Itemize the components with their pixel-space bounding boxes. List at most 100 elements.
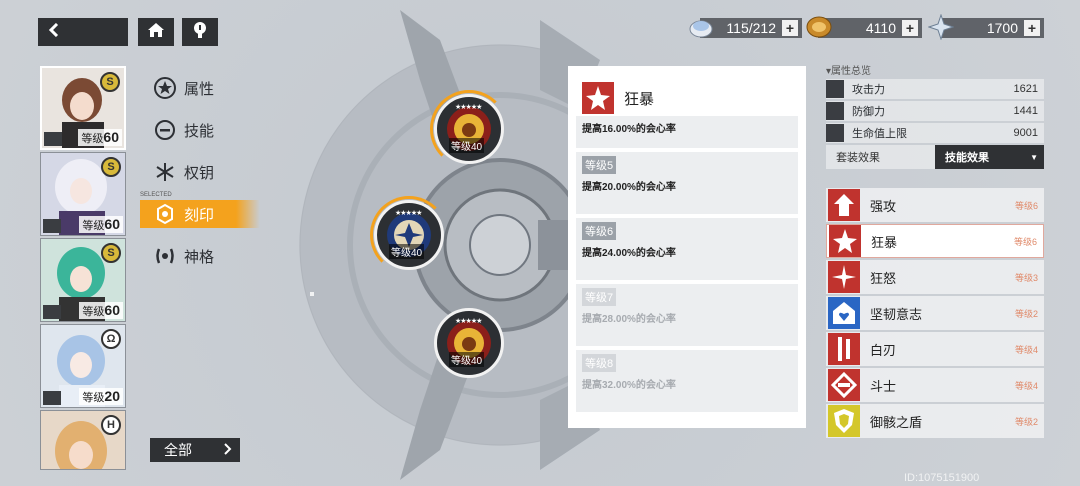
tab-skill-effect[interactable]: 技能效果 ▼ — [935, 145, 1044, 169]
menu-item-skills[interactable]: 技能 — [140, 116, 260, 144]
level-tag: 等级5 — [582, 156, 617, 174]
deity-icon — [154, 245, 176, 267]
skill-item[interactable]: 坚韧意志 等级2 — [826, 296, 1044, 330]
seal-node-middle[interactable]: ★★★★★ 等级40 — [370, 196, 448, 274]
defense-icon — [826, 102, 844, 120]
snowflake-icon — [154, 161, 176, 183]
character-list: S 等级60 S 等级60 S 等级60 Ω 等级20 H — [40, 66, 128, 472]
rank-badge: S — [101, 243, 121, 263]
character-level: 等级60 — [79, 302, 123, 319]
home-button[interactable] — [138, 18, 174, 46]
menu-item-label: 属性 — [184, 80, 215, 98]
skill-name: 强攻 — [870, 198, 897, 214]
skill-name: 狂怒 — [870, 270, 897, 286]
class-icon — [43, 305, 61, 319]
menu-item-label: 神格 — [184, 248, 215, 266]
stat-value: 1441 — [1013, 105, 1038, 117]
active-small-label: SELECTED — [140, 192, 172, 198]
node-stars: ★★★★★ — [455, 318, 482, 325]
coin-icon — [806, 14, 832, 40]
crystal-icon — [927, 13, 955, 41]
stats-title[interactable]: ▾属性总览 — [826, 62, 1044, 77]
stat-value: 9001 — [1013, 127, 1038, 139]
skill-item[interactable]: 狂暴 等级6 — [826, 224, 1044, 258]
shield-icon — [828, 405, 860, 437]
skill-name: 御骸之盾 — [870, 414, 923, 430]
level-effect-row: 等级7 提高28.00%的会心率 — [576, 284, 798, 346]
level-tag: 等级6 — [582, 222, 617, 240]
skill-detail-panel: 狂暴 提高16.00%的会心率 等级5 提高20.00%的会心率 等级6 提高2… — [568, 66, 806, 428]
skill-name: 斗士 — [870, 378, 897, 394]
skill-item[interactable]: 强攻 等级6 — [826, 188, 1044, 222]
crystal-counter: 1700 + — [927, 13, 1044, 41]
seal-icon — [154, 203, 176, 225]
stamina-icon — [688, 14, 714, 40]
back-button[interactable] — [38, 18, 128, 46]
node-stars: ★★★★★ — [395, 210, 422, 217]
stat-row-hp: 生命值上限 9001 — [826, 123, 1044, 143]
skill-level: 等级6 — [1013, 236, 1037, 247]
stats-overview: ▾属性总览 攻击力 1621 防御力 1441 生命值上限 9001 套装效果 … — [826, 62, 1044, 169]
add-crystal-button[interactable]: + — [1024, 20, 1040, 36]
level-tag: 等级7 — [582, 288, 617, 306]
menu-item-label: 权钥 — [184, 164, 215, 182]
skill-level: 等级4 — [1014, 344, 1038, 355]
all-filter-button[interactable]: 全部 — [150, 438, 240, 462]
character-card[interactable]: S 等级60 — [40, 66, 126, 150]
character-card[interactable]: S 等级60 — [40, 238, 126, 322]
rank-badge: H — [101, 415, 121, 435]
character-card[interactable]: Ω 等级20 — [40, 324, 126, 408]
node-level: 等级40 — [449, 352, 485, 367]
heart-icon — [826, 124, 844, 142]
level-effect-desc: 提高20.00%的会心率 — [582, 182, 676, 193]
level-effect-desc: 提高24.00%的会心率 — [582, 248, 676, 259]
character-level: 等级20 — [79, 388, 123, 405]
level-effect-row: 等级8 提高32.00%的会心率 — [576, 350, 798, 412]
stamina-value: 115/212 — [726, 20, 776, 36]
seal-node-bottom[interactable]: ★★★★★ 等级40 — [434, 308, 504, 378]
skill-level: 等级6 — [1014, 200, 1038, 211]
menu-item-keys[interactable]: 权钥 — [140, 158, 260, 186]
rank-badge: S — [100, 72, 120, 92]
level-effect-desc: 提高28.00%的会心率 — [582, 314, 676, 325]
stat-value: 1621 — [1013, 83, 1038, 95]
menu-item-attributes[interactable]: 属性 — [140, 74, 260, 102]
character-card[interactable]: S 等级60 — [40, 152, 126, 236]
level-label: 等级 — [82, 392, 105, 404]
seal-node-top[interactable]: ★★★★★ 等级40 — [430, 90, 508, 168]
blade-icon — [828, 333, 860, 365]
chevron-down-icon: ▼ — [1030, 152, 1038, 162]
effect-tabs: 套装效果 技能效果 ▼ — [826, 145, 1044, 169]
menu-item-label: 技能 — [184, 122, 215, 140]
skill-item[interactable]: 狂怒 等级3 — [826, 260, 1044, 294]
skill-item[interactable]: 白刃 等级4 — [826, 332, 1044, 366]
level-effect-desc: 提高32.00%的会心率 — [582, 380, 676, 391]
fighter-icon — [828, 369, 860, 401]
menu-item-seal[interactable]: SELECTED 刻印 — [140, 192, 260, 228]
add-coin-button[interactable]: + — [902, 20, 918, 36]
add-stamina-button[interactable]: + — [782, 20, 798, 36]
all-button-label: 全部 — [164, 442, 192, 458]
node-level: 等级40 — [389, 244, 425, 259]
skill-item[interactable]: 斗士 等级4 — [826, 368, 1044, 402]
stat-label: 生命值上限 — [852, 128, 907, 140]
level-value: 60 — [104, 216, 120, 232]
lightbulb-icon — [193, 21, 207, 44]
skill-level: 等级2 — [1014, 308, 1038, 319]
tab-label: 套装效果 — [836, 152, 880, 164]
level-effect-desc: 提高16.00%的会心率 — [582, 124, 676, 135]
level-value: 60 — [103, 129, 119, 145]
coin-counter: 4110 + — [806, 16, 922, 38]
tab-set-effect[interactable]: 套装效果 — [826, 145, 935, 169]
level-label: 等级 — [82, 220, 105, 232]
level-effect-row: 等级5 提高20.00%的会心率 — [576, 152, 798, 214]
character-card[interactable]: H — [40, 410, 126, 470]
skill-item[interactable]: 御骸之盾 等级2 — [826, 404, 1044, 438]
menu-item-deity[interactable]: 神格 — [140, 242, 260, 270]
level-effect-row: 提高16.00%的会心率 — [576, 116, 798, 148]
menu-item-label: 刻印 — [184, 206, 215, 224]
hint-button[interactable] — [182, 18, 218, 46]
detail-header: 狂暴 — [576, 76, 798, 120]
attack-icon — [826, 80, 844, 98]
user-id: ID:1075151900 — [904, 472, 980, 484]
